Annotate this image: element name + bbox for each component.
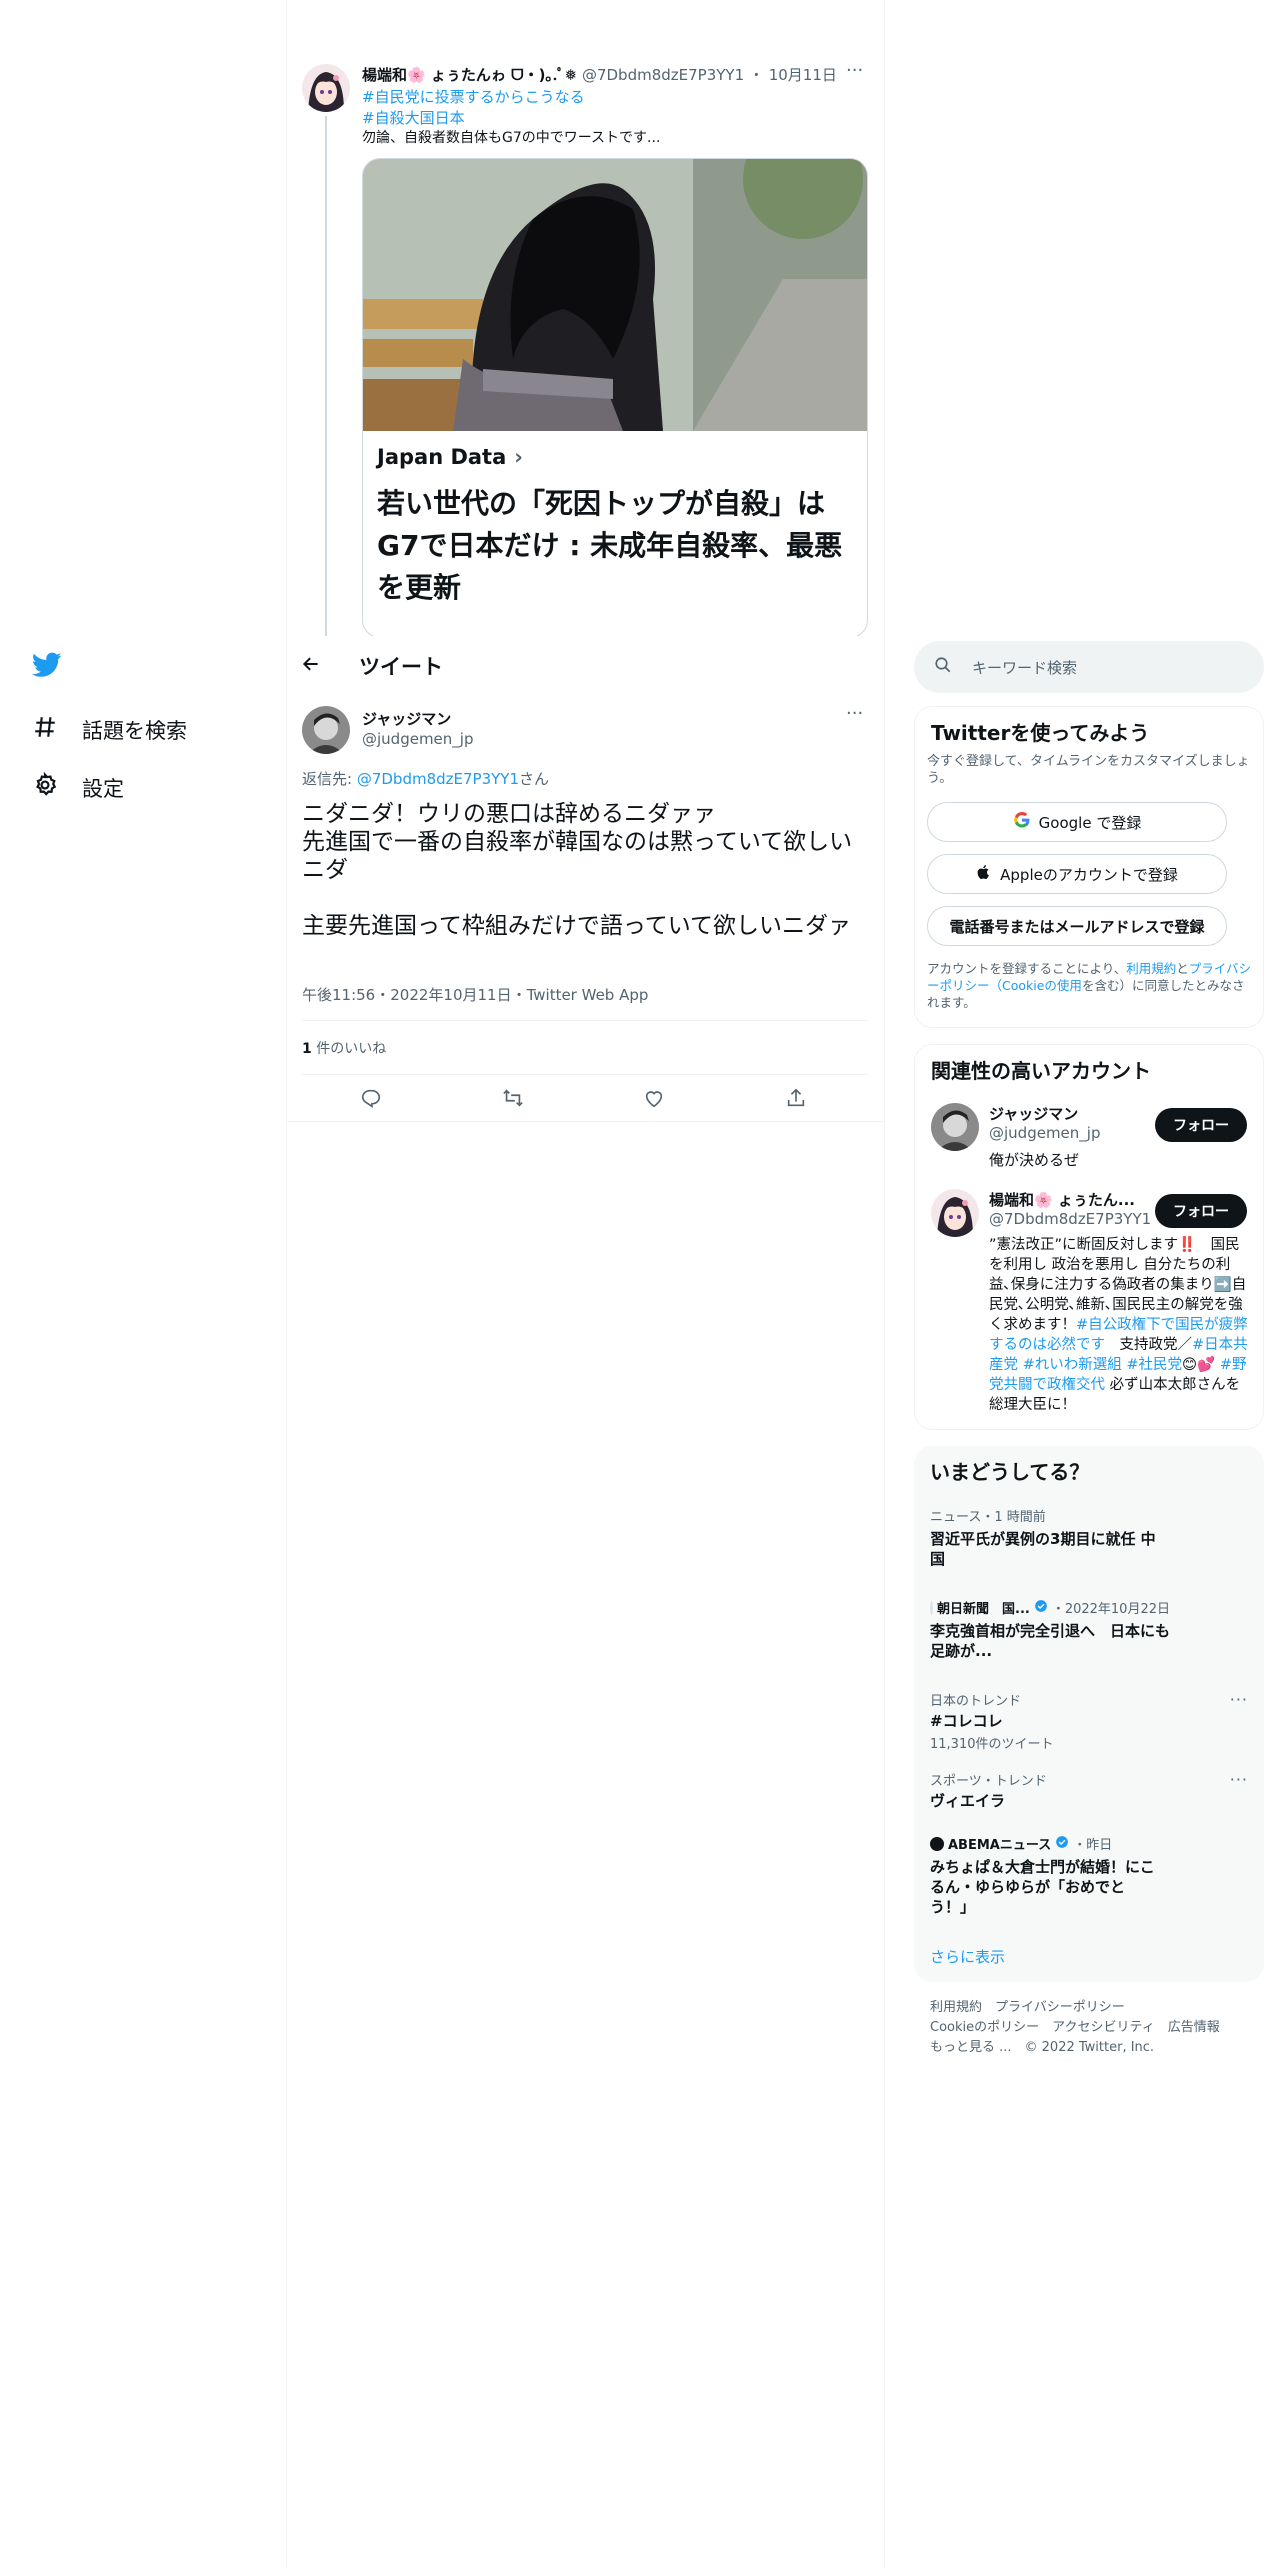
footer-links[interactable]: 利用規約 プライバシーポリシー Cookieのポリシー アクセシビリティ 広告情… [930, 1998, 1220, 2058]
tweet-author-avatar[interactable] [302, 706, 350, 754]
trends-title: いまどうしてる？ [930, 1460, 1090, 1484]
trend-more-icon[interactable]: ··· [1230, 1690, 1248, 1709]
article-source[interactable]: Japan Data › [377, 445, 853, 469]
parent-tweet-text: 勿論、自殺者数自体もG7の中でワーストです... [362, 130, 661, 146]
verified-badge-icon [1055, 1835, 1069, 1853]
hashtag-icon [32, 714, 58, 745]
nav-settings[interactable]: 設定 [32, 771, 124, 803]
divider [287, 1121, 884, 1122]
tweet-text: ニダニダ！ウリの悪口は辞めるニダァァ 先進国で一番の自殺率が韓国なのは黙っていて… [302, 801, 853, 939]
hashtag-link[interactable]: #社民党 [1126, 1357, 1182, 1373]
related-account-name[interactable]: 楊端和🌸 ょぅたん... [989, 1189, 1135, 1210]
apple-signup-button[interactable]: Appleのアカウントで登録 [927, 854, 1227, 894]
parent-tweet-header: 楊端和🌸 ょぅたんゎ ᗜ・)｡.ﾟ❅ @7Dbdm8dzE7P3YY1 ・ 10… [362, 66, 837, 84]
nav-settings-label: 設定 [82, 776, 124, 801]
trend-more-icon[interactable]: ··· [1230, 1770, 1248, 1789]
signup-legal: アカウントを登録することにより、利用規約とプライバシーポリシー（Cookieの使… [927, 961, 1252, 1010]
divider [302, 1074, 868, 1075]
related-title: 関連性の高いアカウント [931, 1059, 1151, 1083]
tweet-header-bar: ツイート [287, 636, 883, 696]
hashtag-link[interactable]: #れいわ新選組 [1023, 1357, 1122, 1373]
tweet-timestamp[interactable]: 午後11:56・2022年10月11日・Twitter Web App [302, 984, 648, 1005]
phone-email-signup-button[interactable]: 電話番号またはメールアドレスで登録 [927, 906, 1227, 946]
article-title[interactable]: 若い世代の「死因トップが自殺」はG7で日本だけ : 未成年自殺率、最悪を更新 [377, 483, 853, 609]
source-logo-icon [930, 1600, 933, 1615]
retweet-icon[interactable] [502, 1087, 524, 1113]
like-icon[interactable] [643, 1087, 665, 1113]
thread-line [325, 116, 327, 636]
related-account-name[interactable]: ジャッジマン [989, 1103, 1078, 1124]
parent-tweet-handle[interactable]: @7Dbdm8dzE7P3YY1 [582, 66, 744, 84]
gear-icon [32, 771, 58, 803]
trend-item[interactable]: 朝日新聞 国... ・2022年10月22日 李克強首相が完全引退へ 日本にも足… [930, 1598, 1170, 1661]
verified-badge-icon [1034, 1599, 1048, 1617]
follow-button[interactable]: フォロー [1155, 1108, 1247, 1142]
tweet-more-icon[interactable]: ··· [846, 703, 863, 724]
google-logo-icon [1013, 811, 1031, 833]
trends-panel: いまどうしてる？ ニュース・1 時間前 習近平氏が異例の3期目に就任 中国 朝日… [914, 1446, 1264, 1982]
twitter-logo-icon[interactable] [31, 652, 62, 682]
signup-title: Twitterを使ってみよう [931, 721, 1150, 745]
related-account-bio: ”憲法改正”に断固反対します‼️ 国民を利用し 政治を悪用し 自分たちの利益､保… [989, 1237, 1248, 1413]
parent-tweet-avatar[interactable] [302, 64, 350, 112]
chevron-right-icon: › [514, 445, 523, 469]
trend-item[interactable]: ABEMAニュース ・昨日 みちょぱ＆大倉士門が結婚！にこるん・ゆらゆらが「おめ… [930, 1834, 1160, 1917]
nav-explore[interactable]: 話題を検索 [32, 714, 187, 745]
related-account-avatar[interactable] [931, 1189, 979, 1237]
show-more-link[interactable]: さらに表示 [930, 1946, 1005, 1967]
related-account-avatar[interactable] [931, 1103, 979, 1151]
divider [302, 1020, 868, 1021]
apple-logo-icon [976, 863, 992, 885]
reply-to-handle[interactable]: @7Dbdm8dzE7P3YY1 [357, 770, 519, 788]
tweet-author-name[interactable]: ジャッジマン [362, 708, 451, 729]
related-account-handle[interactable]: @judgemen_jp [989, 1124, 1100, 1142]
related-account-bio: 俺が決めるぜ [989, 1151, 1080, 1169]
parent-tweet-name[interactable]: 楊端和🌸 ょぅたんゎ ᗜ・)｡.ﾟ❅ [362, 66, 577, 84]
tweet-author-handle[interactable]: @judgemen_jp [362, 730, 473, 748]
related-account-handle[interactable]: @7Dbdm8dzE7P3YY1 [989, 1210, 1151, 1228]
left-column-border [286, 0, 287, 2568]
reply-to-line: 返信先: @7Dbdm8dzE7P3YY1さん [302, 770, 550, 788]
trend-item[interactable]: スポーツ・トレンド ヴィエイラ [930, 1770, 1170, 1811]
reply-icon[interactable] [360, 1087, 382, 1113]
nav-explore-label: 話題を検索 [82, 718, 187, 743]
search-box[interactable]: キーワード検索 [914, 641, 1264, 693]
signup-subtitle: 今すぐ登録して、タイムラインをカスタマイズしましょう。 [927, 754, 1250, 786]
center-column-border [884, 0, 885, 2568]
back-arrow-icon[interactable] [301, 654, 331, 678]
google-signup-button[interactable]: Google で登録 [927, 802, 1227, 842]
source-logo-icon [930, 1836, 944, 1851]
trend-item[interactable]: 日本のトレンド #コレコレ 11,310件のツイート [930, 1690, 1170, 1752]
terms-link[interactable]: 利用規約 [1126, 961, 1176, 976]
search-icon [934, 656, 952, 678]
trend-item[interactable]: ニュース・1 時間前 習近平氏が異例の3期目に就任 中国 [930, 1506, 1160, 1569]
related-accounts-panel: 関連性の高いアカウント ジャッジマン @judgemen_jp 俺が決めるぜ フ… [914, 1044, 1264, 1430]
parent-hashtag-2[interactable]: #自殺大国日本 [362, 107, 465, 128]
likes-count-link[interactable]: 1 件のいいね [302, 1038, 386, 1058]
page-title: ツイート [359, 655, 443, 679]
parent-hashtag-1[interactable]: #自民党に投票するからこうなる [362, 86, 585, 107]
follow-button[interactable]: フォロー [1155, 1194, 1247, 1228]
search-placeholder: キーワード検索 [972, 658, 1078, 677]
signup-panel: Twitterを使ってみよう 今すぐ登録して、タイムラインをカスタマイズしましょ… [914, 706, 1264, 1028]
article-card[interactable]: Japan Data › 若い世代の「死因トップが自殺」はG7で日本だけ : 未… [362, 158, 868, 638]
parent-tweet-more-icon[interactable]: ··· [846, 60, 863, 81]
parent-tweet-date[interactable]: 10月11日 [769, 66, 837, 84]
share-icon[interactable] [785, 1087, 807, 1113]
article-image [363, 159, 867, 431]
